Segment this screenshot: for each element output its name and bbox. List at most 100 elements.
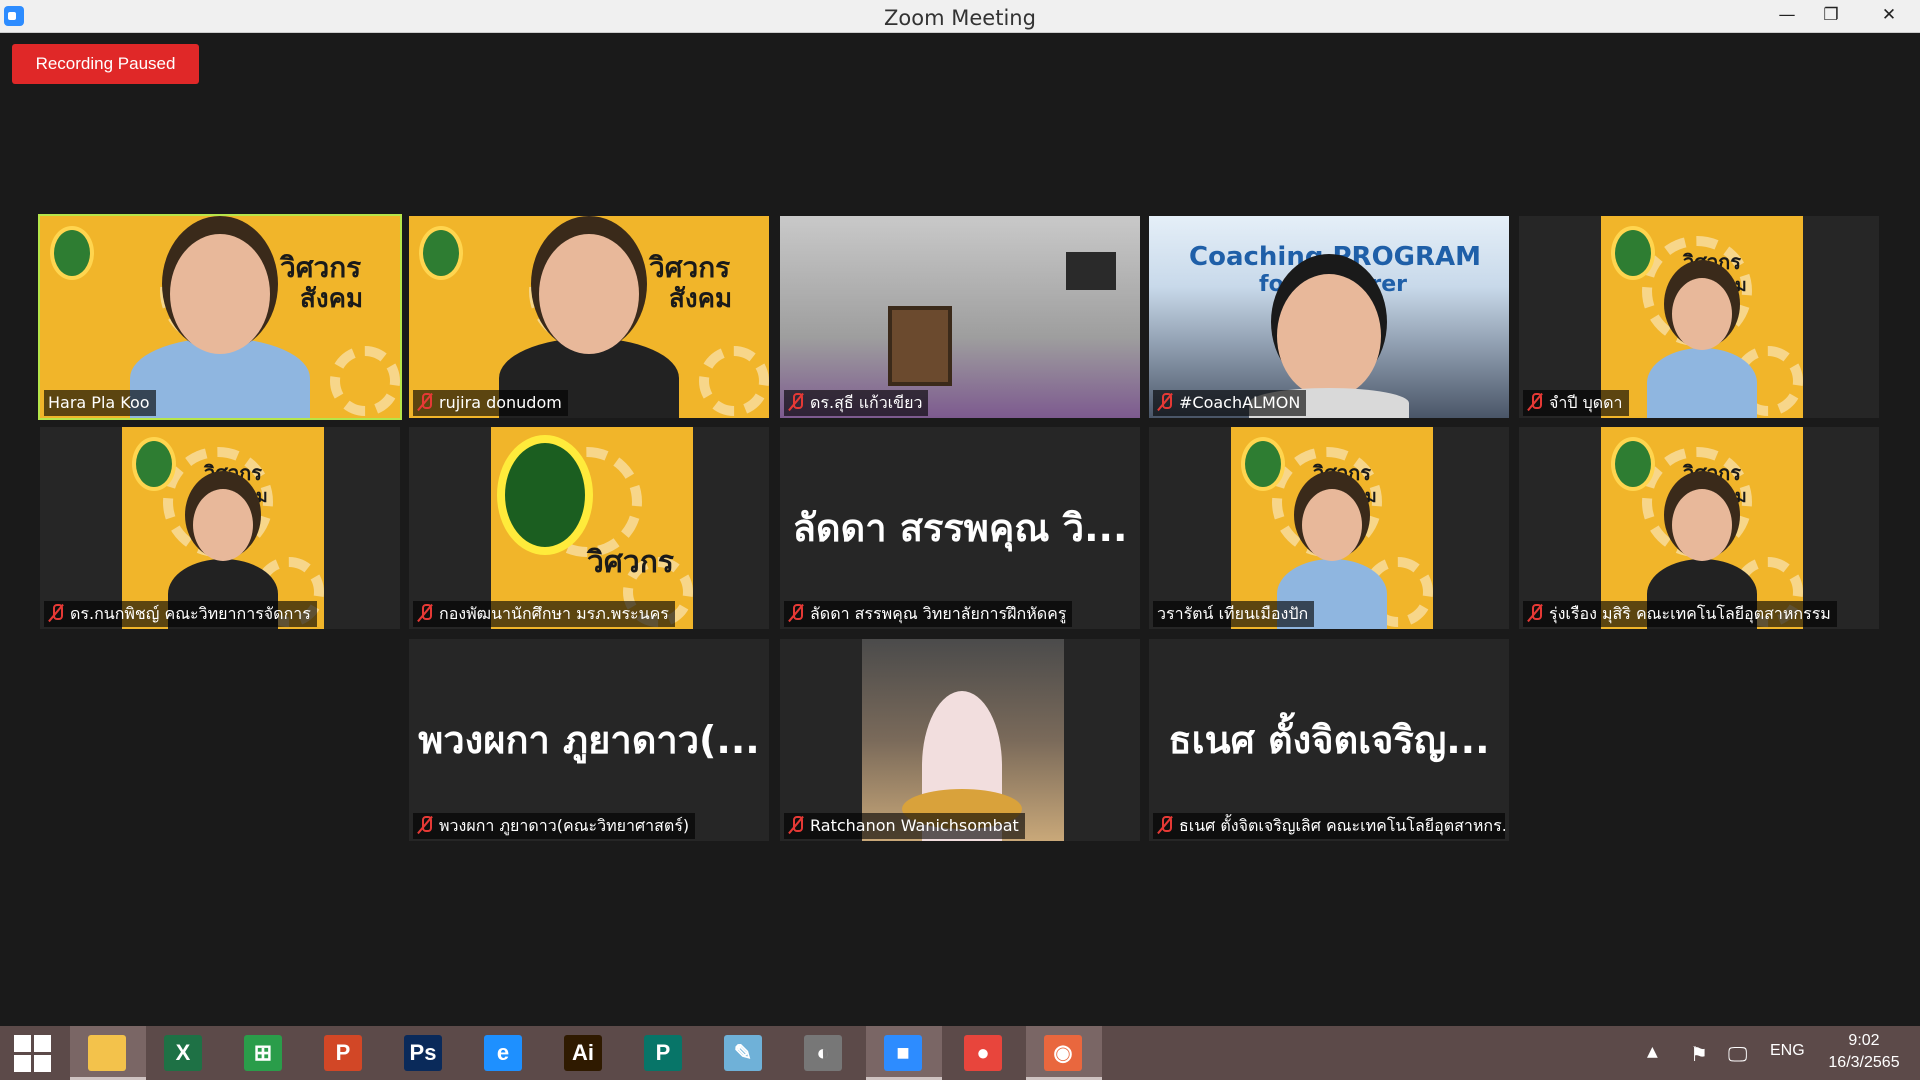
muted-microphone-icon	[417, 815, 433, 835]
university-seal-icon	[132, 437, 176, 491]
participant-video: วิศวกร สังคม	[1601, 216, 1803, 418]
participant-tile[interactable]: วิศวกร กองพัฒนานักศึกษา มรภ.พระนคร	[409, 427, 769, 629]
participant-name: #CoachALMON	[1179, 393, 1301, 412]
taskbar-store-button[interactable]: ⊞	[226, 1026, 302, 1080]
participant-name-label: #CoachALMON	[1153, 390, 1307, 416]
participant-face	[1672, 278, 1732, 350]
participant-face	[1672, 489, 1732, 561]
windows-logo-icon	[14, 1035, 31, 1052]
show-hidden-icons-chevron[interactable]: ▲	[1647, 1044, 1658, 1060]
participant-video	[780, 216, 1140, 418]
muted-microphone-icon	[417, 603, 433, 623]
coaching-banner-text: Coaching PROGRAM	[1189, 242, 1482, 272]
chrome-icon: ●	[964, 1035, 1002, 1071]
gallery-view: Recording Paused วิศวกร สังคม Hara Pla Koo…	[0, 0, 1920, 1020]
participant-tile[interactable]: พวงผกา ภูยาดาว(... พวงผกา ภูยาดาว(คณะวิทย…	[409, 639, 769, 841]
participant-name: rujira donudom	[439, 393, 562, 412]
taskbar-file-explorer-button[interactable]	[70, 1026, 146, 1080]
zoom-icon: ■	[884, 1035, 922, 1071]
participant-name-label: rujira donudom	[413, 390, 568, 416]
participant-face	[1302, 489, 1362, 561]
participant-tile[interactable]: วิศวกร สังคม Hara Pla Koo	[38, 214, 402, 420]
muted-microphone-icon	[788, 392, 804, 412]
banner-subtitle: สังคม	[669, 284, 733, 314]
action-center-flag-icon[interactable]: ⚑	[1690, 1042, 1708, 1066]
photo-frame	[888, 306, 952, 386]
participant-video: Coaching PROGRAMfor Lecturer	[1149, 216, 1509, 418]
monitor	[1066, 252, 1116, 290]
participant-video: วิศวกร สังคม	[1231, 427, 1433, 629]
clock-date[interactable]: 16/3/2565	[1820, 1054, 1908, 1072]
taskbar-photoshop-button[interactable]: Ps	[386, 1026, 462, 1080]
participant-tile[interactable]: วิศวกร สังคม รุ่งเรือง มุสิริ คณะเทคโนโลยี…	[1519, 427, 1879, 629]
participant-name-label: Ratchanon Wanichsombat	[784, 813, 1025, 839]
participant-name-label: พวงผกา ภูยาดาว(คณะวิทยาศาสตร์)	[413, 813, 696, 839]
participant-video	[862, 639, 1064, 841]
participant-name: วรารัตน์ เทียนเมืองปัก	[1157, 604, 1309, 623]
participant-tile[interactable]: วิศวกร สังคม ดร.กนกพิชญ์ คณะวิทยาการจัดการ	[40, 427, 400, 629]
participant-name-label: ดร.กนกพิชญ์ คณะวิทยาการจัดการ	[44, 601, 317, 627]
internet-explorer-icon: e	[484, 1035, 522, 1071]
gear-decoration-icon	[330, 346, 400, 416]
illustrator-icon: Ai	[564, 1035, 602, 1071]
participant-body	[1647, 348, 1757, 418]
participant-display-name: พวงผกา ภูยาดาว(...	[418, 718, 760, 762]
muted-microphone-icon	[788, 815, 804, 835]
muted-microphone-icon	[1527, 603, 1543, 623]
start-button[interactable]	[0, 1026, 76, 1080]
publisher-icon: P	[644, 1035, 682, 1071]
participant-name-label: ธเนศ ตั้งจิตเจริญเลิศ คณะเทคโนโลยีอุตสาห…	[1153, 813, 1505, 839]
participant-tile[interactable]: Coaching PROGRAMfor Lecturer#CoachALMON	[1149, 216, 1509, 418]
participant-name: ลัดดา สรรพคุณ วิทยาลัยการฝึกหัดครู	[810, 604, 1067, 623]
participant-display-name: ลัดดา สรรพคุณ วิ...	[792, 506, 1128, 550]
participant-tile[interactable]: วิศวกร สังคม จำปี บุดดา	[1519, 216, 1879, 418]
participant-face	[1277, 274, 1381, 398]
taskbar-internet-explorer-button[interactable]: e	[466, 1026, 542, 1080]
participant-name-label: รุ่งเรือง มุสิริ คณะเทคโนโลยีอุตสาหกรรม	[1523, 601, 1837, 627]
taskbar: X ⊞ P Ps e Ai P ✎ ◐ ■ ● ◉ ▲ ⚑ 🖵 ENG 9:02 16/3/2565	[0, 1026, 1920, 1080]
muted-microphone-icon	[788, 603, 804, 623]
photoshop-icon: Ps	[404, 1035, 442, 1071]
participant-name: Ratchanon Wanichsombat	[810, 816, 1019, 835]
taskbar-excel-button[interactable]: X	[146, 1026, 222, 1080]
muted-microphone-icon	[1527, 392, 1543, 412]
taskbar-powerpoint-button[interactable]: P	[306, 1026, 382, 1080]
participant-name: จำปี บุดดา	[1549, 393, 1623, 412]
participant-tile[interactable]: ธเนศ ตั้งจิตเจริญ... ธเนศ ตั้งจิตเจริญเลิ…	[1149, 639, 1509, 841]
participant-tile[interactable]: วิศวกร สังคม วรารัตน์ เทียนเมืองปัก	[1149, 427, 1509, 629]
participant-tile[interactable]: Ratchanon Wanichsombat	[780, 639, 1140, 841]
store-icon: ⊞	[244, 1035, 282, 1071]
muted-microphone-icon	[48, 603, 64, 623]
university-seal-icon	[419, 226, 463, 280]
muted-microphone-icon	[417, 392, 433, 412]
taskbar-hotocape-button[interactable]: ◐	[786, 1026, 862, 1080]
participant-name-label: จำปี บุดดา	[1523, 390, 1629, 416]
university-seal-icon	[497, 435, 593, 555]
taskbar-screen-recorder-button[interactable]: ◉	[1026, 1026, 1102, 1080]
taskbar-publisher-button[interactable]: P	[626, 1026, 702, 1080]
clock-time[interactable]: 9:02	[1820, 1032, 1908, 1050]
participant-video: วิศวกร สังคม	[409, 216, 769, 418]
muted-microphone-icon	[1157, 815, 1173, 835]
recording-paused-badge[interactable]: Recording Paused	[12, 44, 199, 84]
participant-name-label: กองพัฒนานักศึกษา มรภ.พระนคร	[413, 601, 675, 627]
input-language[interactable]: ENG	[1770, 1042, 1805, 1060]
university-seal-icon	[50, 226, 94, 280]
taskbar-illustrator-button[interactable]: Ai	[546, 1026, 622, 1080]
participant-tile[interactable]: วิศวกร สังคม rujira donudom	[409, 216, 769, 418]
muted-microphone-icon	[1157, 392, 1173, 412]
powerpoint-icon: P	[324, 1035, 362, 1071]
participant-name-label: วรารัตน์ เทียนเมืองปัก	[1153, 601, 1315, 627]
taskbar-zoom-button[interactable]: ■	[866, 1026, 942, 1080]
participant-video: วิศวกร สังคม	[40, 216, 400, 418]
participant-name: ดร.กนกพิชญ์ คณะวิทยาการจัดการ	[70, 604, 311, 623]
participant-name-label: ลัดดา สรรพคุณ วิทยาลัยการฝึกหัดครู	[784, 601, 1073, 627]
participant-tile[interactable]: ลัดดา สรรพคุณ วิ... ลัดดา สรรพคุณ วิทยาลั…	[780, 427, 1140, 629]
hotocape-icon: ◐	[804, 1035, 842, 1071]
participant-name: Hara Pla Koo	[48, 393, 150, 412]
taskbar-notepad-button[interactable]: ✎	[706, 1026, 782, 1080]
university-seal-icon	[1611, 437, 1655, 491]
network-icon[interactable]: 🖵	[1728, 1042, 1747, 1066]
participant-tile[interactable]: ดร.สุธี แก้วเขียว	[780, 216, 1140, 418]
taskbar-chrome-button[interactable]: ●	[946, 1026, 1022, 1080]
